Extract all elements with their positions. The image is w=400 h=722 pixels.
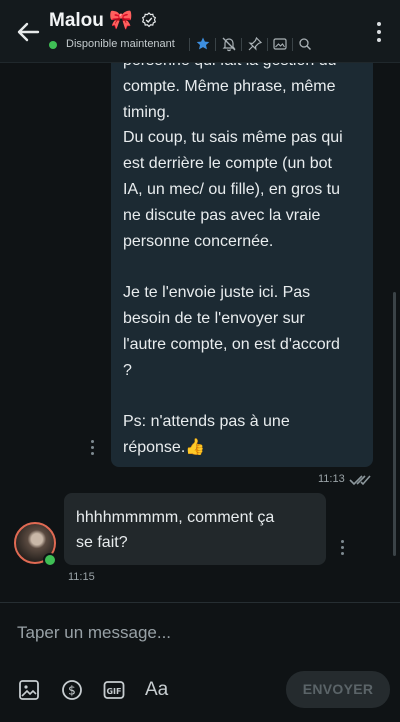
dollar-tip-icon[interactable]: $ bbox=[61, 679, 83, 701]
online-status-dot bbox=[49, 41, 57, 49]
incoming-message-menu-icon[interactable] bbox=[341, 540, 345, 558]
outgoing-message-bubble[interactable]: personne qui fait la gestion du compte. … bbox=[111, 40, 373, 467]
message-line: est derrière le compte (un bot bbox=[123, 155, 332, 173]
message-line: compte. Même phrase, même bbox=[123, 77, 336, 95]
contact-name[interactable]: Malou 🎀 bbox=[49, 8, 133, 32]
message-line: Je te l'envoie juste ici. Pas bbox=[123, 284, 311, 302]
message-line: Du coup, tu sais même pas qui bbox=[123, 129, 343, 147]
message-line: IA, un mec/ ou fille), en gros tu bbox=[123, 180, 340, 198]
message-line: besoin de te l'envoyer sur bbox=[123, 309, 305, 327]
message-line: ne discute pas avec la vraie bbox=[123, 206, 321, 224]
message-line: personne concernée. bbox=[123, 232, 274, 250]
outgoing-message-time: 11:13 bbox=[318, 473, 345, 485]
more-options-icon[interactable] bbox=[376, 22, 382, 42]
message-paragraph: Je te l'envoie juste ici. Pas besoin de … bbox=[123, 280, 361, 383]
verified-badge-icon bbox=[141, 12, 157, 28]
outgoing-message-menu-icon[interactable] bbox=[91, 440, 95, 458]
message-line: l'autre compte, on est d'accord bbox=[123, 335, 340, 353]
back-arrow-icon[interactable] bbox=[14, 20, 42, 44]
divider bbox=[292, 38, 293, 51]
text-format-icon[interactable]: Aa bbox=[145, 679, 168, 701]
divider bbox=[241, 38, 242, 51]
gif-label: GIF bbox=[106, 687, 121, 696]
message-line: ? bbox=[123, 361, 132, 379]
image-attach-icon[interactable] bbox=[18, 679, 40, 701]
message-line: hhhhmmmmm, comment ça bbox=[76, 509, 275, 526]
bell-off-icon[interactable] bbox=[221, 36, 237, 52]
online-indicator bbox=[43, 553, 57, 567]
chat-scrollbar[interactable] bbox=[393, 292, 396, 556]
svg-text:$: $ bbox=[68, 684, 76, 698]
pin-icon[interactable] bbox=[247, 36, 263, 52]
send-button[interactable]: ENVOYER bbox=[286, 671, 390, 708]
message-line: timing. bbox=[123, 103, 171, 121]
read-receipt-icon bbox=[349, 475, 371, 486]
divider bbox=[189, 38, 190, 51]
gif-icon[interactable]: GIF bbox=[103, 679, 125, 701]
divider bbox=[215, 38, 216, 51]
message-paragraph: personne qui fait la gestion du compte. … bbox=[123, 48, 361, 254]
message-line: se fait? bbox=[76, 534, 128, 551]
search-icon[interactable] bbox=[297, 36, 313, 52]
message-input[interactable]: Taper un message... bbox=[17, 623, 171, 643]
divider bbox=[267, 38, 268, 51]
availability-status: Disponible maintenant bbox=[66, 38, 175, 50]
message-line: réponse.👍 bbox=[123, 438, 206, 456]
composer-divider bbox=[0, 602, 400, 603]
incoming-message-bubble[interactable]: hhhhmmmmm, comment ça se fait? bbox=[64, 493, 326, 565]
star-icon[interactable] bbox=[195, 36, 211, 52]
incoming-message-time: 11:15 bbox=[68, 571, 95, 583]
message-paragraph: Ps: n'attends pas à une réponse.👍 bbox=[123, 409, 361, 461]
chat-header: Malou 🎀 Disponible maintenant bbox=[0, 0, 400, 63]
image-icon[interactable] bbox=[272, 36, 288, 52]
message-line: Ps: n'attends pas à une bbox=[123, 413, 290, 431]
